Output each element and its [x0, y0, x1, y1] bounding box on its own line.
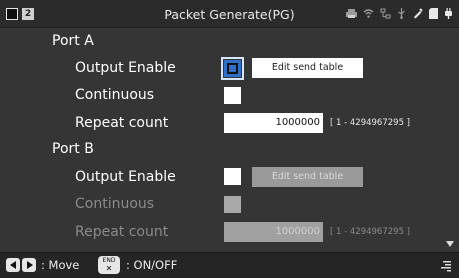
menu-icon[interactable]: [441, 260, 451, 272]
move-hint: : Move: [41, 258, 80, 272]
port-b-repeat-count-input[interactable]: 1000000: [224, 222, 323, 242]
settings-panel: Port A Output Enable Edit send table Con…: [0, 28, 459, 252]
port-b-continuous-checkbox[interactable]: [224, 196, 241, 213]
port-b-output-enable-label: Output Enable: [75, 169, 176, 185]
port-a-repeat-count-range: [ 1 - 4294967295 ]: [330, 118, 410, 128]
pen-icon: [414, 8, 423, 19]
scroll-down-arrow-icon[interactable]: [446, 241, 454, 247]
status-icons: [346, 8, 453, 19]
title-bar: 2 Packet Generate(PG): [0, 0, 459, 28]
toggle-hint: : ON/OFF: [126, 258, 178, 272]
usb-icon: [398, 8, 405, 19]
port-a-continuous-label: Continuous: [75, 87, 155, 103]
port-a-continuous-checkbox[interactable]: [224, 87, 241, 104]
port-b-edit-send-table-button[interactable]: Edit send table: [252, 167, 363, 187]
port-a-repeat-count-input[interactable]: 1000000: [224, 113, 323, 133]
port-a-output-enable-label: Output Enable: [75, 60, 176, 76]
right-arrow-key-icon: [22, 258, 36, 272]
end-key-icon: END ✕: [98, 256, 120, 274]
printer-icon: [346, 9, 357, 18]
port-b-repeat-count-label: Repeat count: [75, 224, 169, 240]
footer-bar: : Move END ✕ : ON/OFF: [0, 252, 459, 278]
port-a-edit-send-table-button[interactable]: Edit send table: [252, 58, 363, 78]
end-key-bottom-label: ✕: [105, 264, 113, 273]
port-b-output-enable-checkbox[interactable]: [224, 168, 241, 185]
port-b-repeat-count-range: [ 1 - 4294967295 ]: [330, 227, 410, 237]
port-b-heading: Port B: [52, 141, 94, 157]
port-a-heading: Port A: [52, 33, 94, 49]
left-arrow-key-icon: [6, 258, 20, 272]
wifi-icon: [363, 9, 374, 18]
port-b-continuous-label: Continuous: [75, 196, 155, 212]
port-a-repeat-count-label: Repeat count: [75, 115, 169, 131]
sdcard-icon: [429, 8, 438, 19]
port-a-output-enable-checkbox[interactable]: [221, 57, 244, 80]
power-plug-icon: [445, 8, 452, 19]
network-icon: [380, 8, 391, 19]
